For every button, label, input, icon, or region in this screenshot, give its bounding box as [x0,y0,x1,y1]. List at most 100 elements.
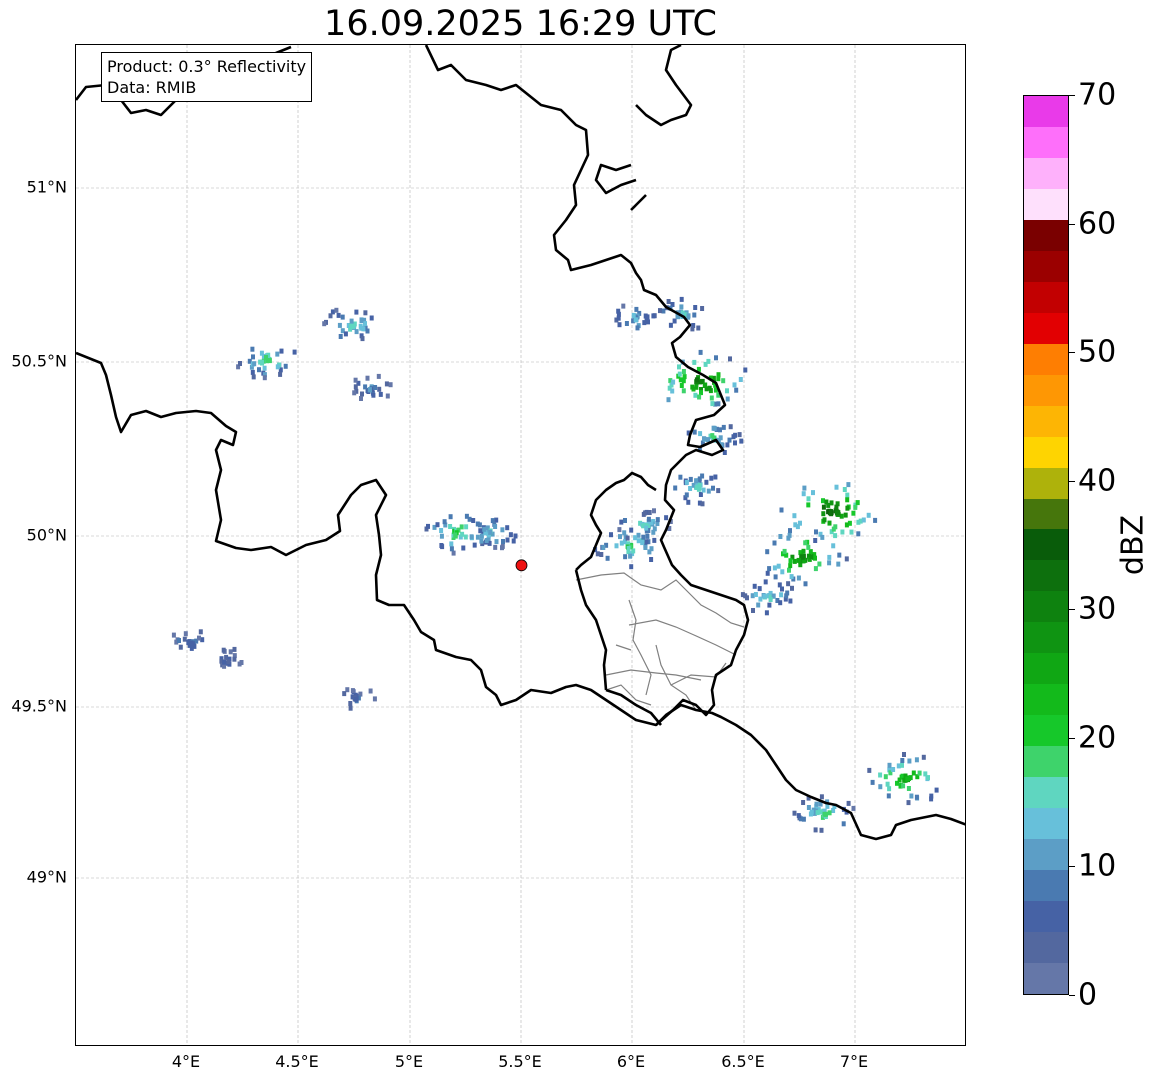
echo-cell [640,540,645,546]
echo-cell [891,767,896,772]
echo-cell [887,762,892,768]
echo-cell [232,656,237,662]
echo-cell [828,509,833,515]
radar-map[interactable] [76,45,966,1046]
colorbar-segment [1024,498,1068,530]
echo-cell [694,478,699,484]
colorbar-tick [1069,95,1075,96]
colorbar-tick [1069,738,1075,739]
echo-cell [806,502,811,508]
echo-cell [494,539,499,545]
echo-cell [710,401,715,407]
echo-cell [500,527,505,533]
echo-cell [513,533,518,539]
echo-cell [360,336,365,342]
echo-cell [716,401,721,407]
echo-cell [354,329,359,335]
colorbar-tick [1069,866,1075,867]
echo-cell [601,545,606,550]
echo-cell [505,537,510,543]
echo-cell [827,554,832,560]
echo-cell [439,543,444,548]
echo-cell [779,592,784,598]
echo-cell [796,557,801,563]
colorbar-segment [1024,157,1068,189]
echo-cell [885,781,890,787]
echo-cell [678,474,683,480]
echo-cell [629,527,634,533]
echo-cell [851,510,856,516]
echo-cell [226,659,231,665]
echo-cell [861,517,866,523]
echo-cell [772,540,777,546]
echo-cell [814,801,819,807]
echo-cell [439,528,444,533]
echo-cell [704,479,709,485]
echo-cell [373,385,378,390]
echo-cell [651,313,656,319]
echo-cell [649,557,654,562]
echo-cell [449,546,454,552]
colorbar-segment [1024,684,1068,716]
echo-cell [250,369,255,375]
echo-cell [795,524,800,530]
echo-cell [844,556,849,562]
map-panel[interactable]: Product: 0.3° Reflectivity Data: RMIB [75,44,966,1046]
echo-cell [886,793,891,799]
echo-cell [698,431,703,437]
echo-cell [623,518,627,523]
echo-cell [764,610,769,616]
echo-cell [751,608,755,613]
echo-cell [670,388,675,394]
echo-cell [359,318,364,324]
colorbar-label-20: 20 [1078,720,1117,756]
reflectivity-echoes [171,296,939,833]
echo-cell [745,595,749,601]
echo-cell [706,437,710,443]
lat-label-49: 49°N [26,867,67,887]
echo-cell [292,349,297,355]
echo-cell [845,492,850,498]
echo-cell [785,590,790,596]
colorbar-segment [1024,188,1068,220]
colorbar-segment [1024,839,1068,871]
echo-cell [619,519,624,525]
echo-cell [376,373,381,379]
echo-cell [827,810,832,816]
echo-cell [262,365,267,371]
radar-site-marker[interactable] [515,559,528,572]
echo-cell [681,388,686,394]
echo-cell [897,777,902,783]
echo-cell [692,312,697,318]
echo-cell [792,513,797,519]
echo-cell [710,433,715,439]
colorbar-segment [1024,963,1068,994]
echo-cell [779,507,784,513]
echo-cell [672,318,677,324]
echo-cell [488,529,493,535]
echo-cell [684,492,689,498]
echo-cell [855,500,860,506]
echo-cell [709,475,714,481]
echo-cell [629,564,634,570]
echo-cell [827,520,832,526]
echo-cell [449,541,454,547]
echo-cell [844,522,849,528]
echo-cell [841,821,846,827]
echo-cell [767,602,772,608]
colorbar-segment [1024,622,1068,654]
echo-cell [934,787,939,793]
lat-label-49.5: 49.5°N [11,696,67,716]
echo-cell [621,303,626,309]
echo-cell [371,392,376,398]
colorbar-segment [1024,808,1068,840]
echo-cell [716,488,721,494]
echo-cell [923,771,928,777]
lon-label-4.5: 4.5°E [275,1052,319,1071]
colorbar-title: dBZ [1115,514,1151,576]
echo-cell [671,379,676,385]
echo-cell [681,369,686,374]
colorbar-segment [1024,746,1068,778]
colorbar-segment [1024,281,1068,313]
echo-cell [789,574,794,580]
